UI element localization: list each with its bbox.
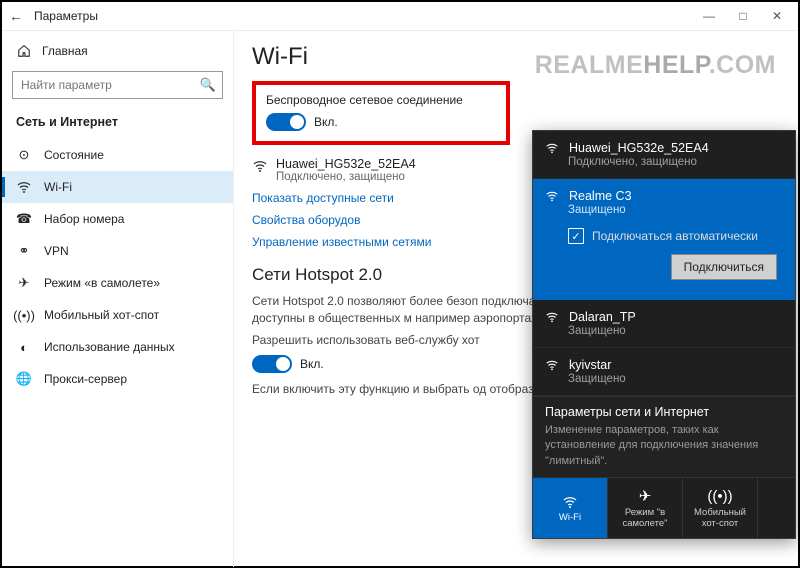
sidebar-item-label: Мобильный хот-спот	[44, 308, 159, 322]
sidebar-item-vpn[interactable]: ⚭ VPN	[2, 235, 233, 267]
network-name: Dalaran_TP	[569, 310, 636, 324]
tile-wifi[interactable]: Wi-Fi	[533, 478, 608, 538]
wifi-icon	[545, 358, 559, 372]
connect-button[interactable]: Подключиться	[671, 254, 777, 280]
vpn-icon: ⚭	[16, 243, 32, 259]
sidebar-item-airplane[interactable]: ✈ Режим «в самолете»	[2, 267, 233, 299]
network-status: Защищено	[568, 204, 783, 216]
wifi-icon	[562, 494, 578, 510]
network-status: Защищено	[568, 325, 783, 337]
flyout-network-row[interactable]: Dalaran_TP Защищено	[533, 300, 795, 348]
airplane-icon: ✈	[16, 275, 32, 291]
flyout-tiles: Wi-Fi ✈ Режим "в самолете" ((•)) Мобильн…	[533, 477, 795, 538]
network-status: Подключено, защищено	[568, 156, 783, 168]
sidebar-item-label: VPN	[44, 244, 69, 258]
search-box[interactable]: 🔍	[12, 71, 223, 99]
search-input[interactable]	[19, 77, 200, 93]
network-status: Подключено, защищено	[276, 171, 416, 183]
network-name: kyivstar	[569, 358, 611, 372]
wireless-label: Беспроводное сетевое соединение	[266, 93, 496, 107]
tile-label: Режим "в самолете"	[610, 507, 680, 529]
search-icon: 🔍	[200, 77, 216, 93]
sidebar-item-label: Состояние	[44, 148, 104, 162]
toggle-switch-icon	[252, 355, 292, 373]
checkbox-icon: ✓	[568, 228, 584, 244]
sidebar-item-label: Набор номера	[44, 212, 124, 226]
footer-title: Параметры сети и Интернет	[545, 405, 783, 419]
dialup-icon: ☎	[16, 211, 32, 227]
toggle-state-label: Вкл.	[314, 115, 338, 129]
flyout-footer[interactable]: Параметры сети и Интернет Изменение пара…	[533, 396, 795, 477]
airplane-icon: ✈	[639, 487, 652, 505]
tile-label: Мобильный хот-спот	[685, 507, 755, 529]
auto-connect-label: Подключаться автоматически	[592, 229, 758, 243]
window-title: Параметры	[34, 9, 98, 23]
sidebar-item-label: Wi-Fi	[44, 180, 72, 194]
network-name: Huawei_HG532e_52EA4	[276, 157, 416, 171]
wifi-icon	[16, 179, 32, 195]
sidebar-item-label: Режим «в самолете»	[44, 276, 160, 290]
watermark: REALMEHELP.COM	[535, 51, 776, 80]
sidebar-item-wifi[interactable]: Wi-Fi	[2, 171, 233, 203]
close-button[interactable]: ✕	[760, 4, 794, 28]
home-icon	[16, 43, 32, 59]
wifi-icon	[252, 158, 268, 174]
toggle-switch-icon	[266, 113, 306, 131]
wifi-icon	[545, 310, 559, 324]
status-icon: ⊙	[16, 147, 32, 163]
network-name: Realme C3	[569, 189, 632, 203]
titlebar: ← Параметры — □ ✕	[2, 2, 798, 31]
wifi-icon	[545, 141, 559, 155]
hotspot-icon: ((•))	[707, 488, 732, 505]
minimize-button[interactable]: —	[692, 4, 726, 28]
network-name: Huawei_HG532e_52EA4	[569, 141, 709, 155]
hotspot-icon: ((•))	[16, 307, 32, 323]
tile-hotspot[interactable]: ((•)) Мобильный хот-спот	[683, 478, 758, 538]
sidebar-category: Сеть и Интернет	[2, 109, 233, 139]
highlight-box: Беспроводное сетевое соединение Вкл.	[252, 81, 510, 145]
settings-window: ← Параметры — □ ✕ Главная 🔍 Сеть и Интер…	[0, 0, 800, 568]
sidebar-item-dialup[interactable]: ☎ Набор номера	[2, 203, 233, 235]
sidebar-item-proxy[interactable]: 🌐 Прокси-сервер	[2, 363, 233, 395]
sidebar-item-hotspot[interactable]: ((•)) Мобильный хот-спот	[2, 299, 233, 331]
wifi-toggle[interactable]: Вкл.	[266, 113, 496, 131]
footer-desc: Изменение параметров, таких как установл…	[545, 423, 783, 469]
sidebar-home[interactable]: Главная	[2, 37, 233, 65]
sidebar-item-label: Использование данных	[44, 340, 175, 354]
tile-airplane[interactable]: ✈ Режим "в самолете"	[608, 478, 683, 538]
maximize-button[interactable]: □	[726, 4, 760, 28]
toggle-state-label: Вкл.	[300, 357, 324, 371]
wifi-icon	[545, 189, 559, 203]
sidebar-item-datausage[interactable]: ◐ Использование данных	[2, 331, 233, 363]
flyout-network-row-selected[interactable]: Realme C3 Защищено ✓ Подключаться автома…	[533, 179, 795, 300]
auto-connect-checkbox[interactable]: ✓ Подключаться автоматически	[568, 228, 783, 244]
back-button[interactable]: ←	[6, 8, 26, 24]
flyout-network-row[interactable]: Huawei_HG532e_52EA4 Подключено, защищено	[533, 131, 795, 179]
data-icon: ◐	[16, 339, 32, 355]
network-status: Защищено	[568, 373, 783, 385]
network-flyout: Huawei_HG532e_52EA4 Подключено, защищено…	[532, 130, 796, 539]
sidebar: Главная 🔍 Сеть и Интернет ⊙ Состояние Wi…	[2, 31, 234, 567]
sidebar-item-label: Прокси-сервер	[44, 372, 127, 386]
flyout-network-row[interactable]: kyivstar Защищено	[533, 348, 795, 396]
tile-label: Wi-Fi	[559, 512, 581, 523]
sidebar-item-status[interactable]: ⊙ Состояние	[2, 139, 233, 171]
sidebar-home-label: Главная	[42, 44, 88, 58]
proxy-icon: 🌐	[16, 371, 32, 387]
